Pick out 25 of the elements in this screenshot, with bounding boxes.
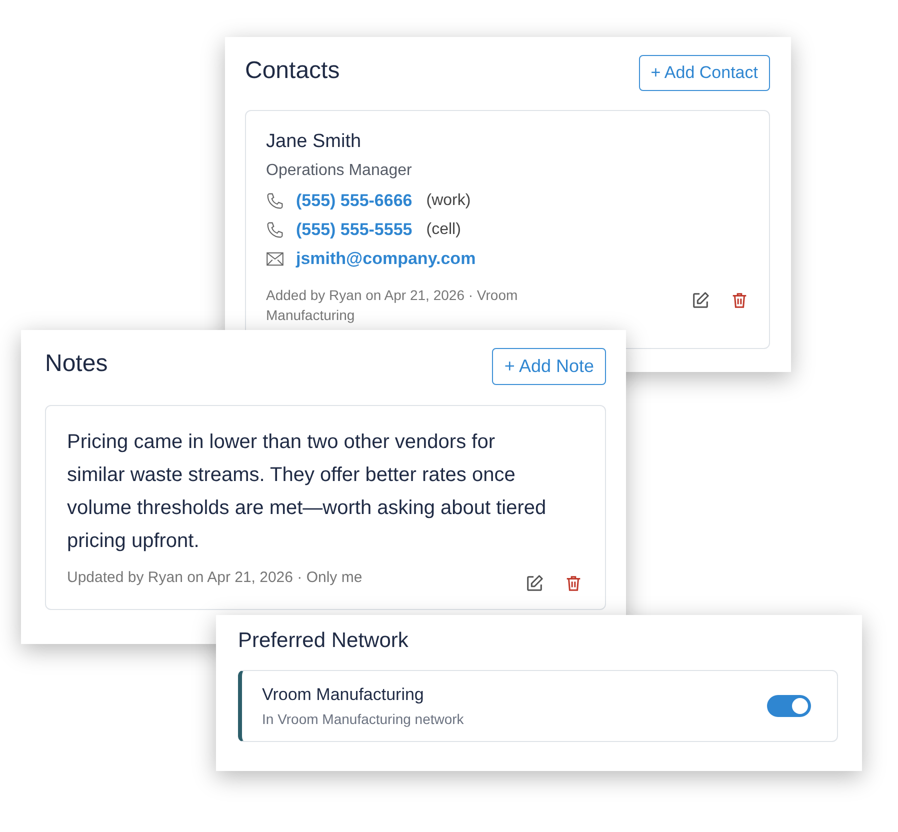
note-meta: Updated by Ryan on Apr 21, 2026 · Only me xyxy=(67,568,362,588)
phone-link[interactable]: (555) 555-5555 xyxy=(296,220,412,240)
edit-icon[interactable] xyxy=(525,574,544,593)
edit-icon[interactable] xyxy=(691,291,710,310)
network-name: Vroom Manufacturing xyxy=(262,685,425,705)
phone-icon xyxy=(266,221,284,239)
network-subtitle: In Vroom Manufacturing network xyxy=(262,711,464,727)
add-note-button[interactable]: + Add Note xyxy=(492,348,606,385)
trash-icon[interactable] xyxy=(564,574,583,593)
phone-link[interactable]: (555) 555-6666 xyxy=(296,191,412,211)
phone-type: (cell) xyxy=(426,221,461,239)
panel-title: Contacts xyxy=(245,57,340,85)
add-contact-button[interactable]: + Add Contact xyxy=(638,55,770,91)
trash-icon[interactable] xyxy=(730,291,749,310)
note-text: Pricing came in lower than two other vendors for similar waste streams. They offer better rates once volume thresholds are met—worth asking about tiered pricing upfront. xyxy=(67,430,548,554)
panel-title: Notes xyxy=(45,350,108,378)
email-link[interactable]: jsmith@company.com xyxy=(296,249,476,269)
contact-role: Operations Manager xyxy=(266,162,413,180)
contact-name: Jane Smith xyxy=(266,131,362,153)
phone-type: (work) xyxy=(426,192,471,210)
contact-meta: Added by Ryan on Apr 21, 2026 · Vroom Manufacturing xyxy=(266,286,519,325)
mail-icon xyxy=(266,252,284,266)
toggle-switch[interactable] xyxy=(767,695,811,717)
phone-icon xyxy=(266,192,284,210)
panel-title: Preferred Network xyxy=(238,629,410,653)
